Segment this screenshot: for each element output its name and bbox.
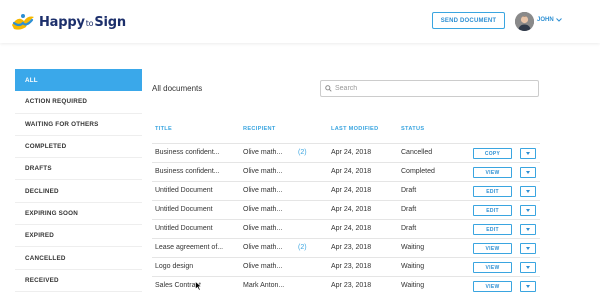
row-modified: Apr 23, 2018 (331, 282, 372, 289)
search-box[interactable] (320, 80, 539, 97)
row-status: Waiting (401, 263, 425, 270)
avatar[interactable] (515, 12, 534, 31)
top-bar: HappytoSign SEND DOCUMENT JOHN (0, 0, 600, 43)
mouse-cursor-icon (195, 281, 202, 291)
copy-button[interactable]: COPY (473, 148, 512, 159)
edit-button[interactable]: EDIT (473, 205, 512, 216)
sidebar-item-all[interactable]: ALL (15, 69, 142, 92)
row-recipient: Mark Anton... (243, 282, 285, 289)
row-menu-dropdown[interactable] (520, 224, 536, 235)
view-button[interactable]: VIEW (473, 243, 512, 254)
column-header-status[interactable]: STATUS (401, 126, 424, 132)
row-recipient: Olive math... (243, 187, 283, 194)
view-button[interactable]: VIEW (473, 281, 512, 292)
user-name-label: JOHN (537, 17, 554, 23)
row-modified: Apr 23, 2018 (331, 263, 372, 270)
row-recipient: Olive math... (243, 168, 283, 175)
page-title: All documents (152, 84, 203, 93)
row-title[interactable]: Business confident... (155, 149, 220, 156)
caret-down-icon (526, 228, 530, 231)
row-status: Draft (401, 206, 417, 213)
view-button[interactable]: VIEW (473, 167, 512, 178)
row-modified: Apr 24, 2018 (331, 168, 372, 175)
row-title[interactable]: Untitled Document (155, 206, 213, 213)
table-row[interactable]: Untitled Document Olive math... Apr 24, … (152, 219, 540, 238)
row-menu-dropdown[interactable] (520, 167, 536, 178)
row-title[interactable]: Untitled Document (155, 225, 213, 232)
caret-down-icon (526, 152, 530, 155)
row-title[interactable]: Business confident... (155, 168, 220, 175)
sidebar: ALL ACTION REQUIRED WAITING FOR OTHERS C… (15, 69, 142, 292)
row-modified: Apr 24, 2018 (331, 225, 372, 232)
sidebar-item-drafts[interactable]: DRAFTS (15, 158, 142, 181)
edit-button[interactable]: EDIT (473, 186, 512, 197)
user-avatar-icon (515, 12, 534, 31)
row-status: Draft (401, 225, 417, 232)
edit-button[interactable]: EDIT (473, 224, 512, 235)
sidebar-item-waiting-for-others[interactable]: WAITING FOR OTHERS (15, 114, 142, 136)
row-menu-dropdown[interactable] (520, 243, 536, 254)
row-menu-dropdown[interactable] (520, 148, 536, 159)
row-modified: Apr 23, 2018 (331, 244, 372, 251)
recipient-count[interactable]: (2) (298, 149, 307, 156)
caret-down-icon (526, 190, 530, 193)
row-modified: Apr 24, 2018 (331, 206, 372, 213)
chevron-down-icon (555, 18, 562, 22)
table-row[interactable]: Lease agreement of... Olive math... (2) … (152, 238, 540, 257)
sidebar-item-expired[interactable]: EXPIRED (15, 225, 142, 248)
table-row[interactable]: Untitled Document Olive math... Apr 24, … (152, 181, 540, 200)
sidebar-item-received[interactable]: RECEIVED (15, 270, 142, 292)
logo-icon (12, 14, 34, 30)
row-title[interactable]: Logo design (155, 263, 193, 270)
row-modified: Apr 24, 2018 (331, 187, 372, 194)
table-row[interactable]: Business confident... Olive math... Apr … (152, 162, 540, 181)
recipient-count[interactable]: (2) (298, 244, 307, 251)
sidebar-item-cancelled[interactable]: CANCELLED (15, 247, 142, 270)
logo-text: HappytoSign (39, 14, 126, 30)
logo[interactable]: HappytoSign (10, 9, 126, 35)
search-icon (325, 85, 332, 92)
sidebar-item-expiring-soon[interactable]: EXPIRING SOON (15, 203, 142, 226)
row-recipient: Olive math... (243, 225, 283, 232)
row-status: Completed (401, 168, 435, 175)
table-row[interactable]: Business confident... Olive math... (2) … (152, 143, 540, 162)
caret-down-icon (526, 266, 530, 269)
row-title[interactable]: Untitled Document (155, 187, 213, 194)
row-status: Draft (401, 187, 417, 194)
row-recipient: Olive math... (243, 244, 283, 251)
sidebar-item-action-required[interactable]: ACTION REQUIRED (15, 91, 142, 114)
view-button[interactable]: VIEW (473, 262, 512, 273)
send-document-button[interactable]: SEND DOCUMENT (432, 12, 505, 29)
sidebar-item-completed[interactable]: COMPLETED (15, 136, 142, 159)
row-menu-dropdown[interactable] (520, 262, 536, 273)
row-status: Waiting (401, 282, 425, 289)
user-menu[interactable]: JOHN (537, 17, 562, 23)
column-header-title[interactable]: TITLE (155, 126, 172, 132)
column-header-recipient[interactable]: RECIPIENT (243, 126, 276, 132)
caret-down-icon (526, 209, 530, 212)
row-recipient: Olive math... (243, 149, 283, 156)
row-status: Cancelled (401, 149, 433, 156)
sidebar-item-declined[interactable]: DECLINED (15, 180, 142, 203)
caret-down-icon (526, 171, 530, 174)
row-menu-dropdown[interactable] (520, 186, 536, 197)
row-menu-dropdown[interactable] (520, 281, 536, 292)
table-row[interactable]: Sales Contract Mark Anton... Apr 23, 201… (152, 276, 540, 295)
row-modified: Apr 24, 2018 (331, 149, 372, 156)
row-recipient: Olive math... (243, 206, 283, 213)
table-row[interactable]: Logo design Olive math... Apr 23, 2018 W… (152, 257, 540, 276)
row-recipient: Olive math... (243, 263, 283, 270)
table-row[interactable]: Untitled Document Olive math... Apr 24, … (152, 200, 540, 219)
row-title[interactable]: Lease agreement of... (155, 244, 223, 251)
row-menu-dropdown[interactable] (520, 205, 536, 216)
caret-down-icon (526, 247, 530, 250)
caret-down-icon (526, 285, 530, 288)
search-input[interactable] (335, 85, 525, 92)
row-status: Waiting (401, 244, 425, 251)
column-header-last-modified[interactable]: LAST MODIFIED (331, 126, 378, 132)
